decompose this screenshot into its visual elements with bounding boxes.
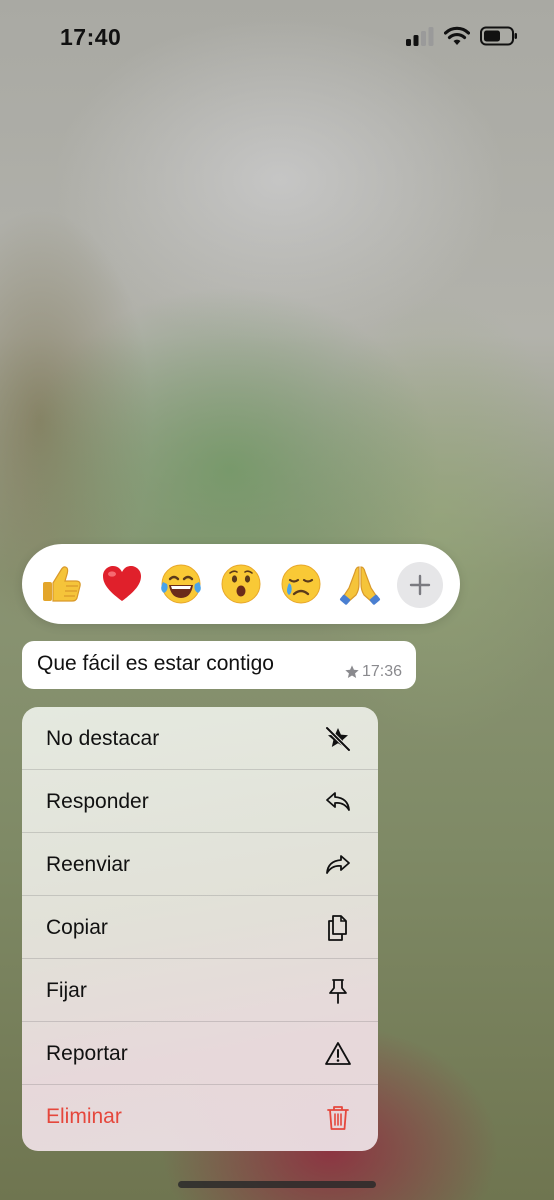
more-reactions-button[interactable] [397,562,443,608]
menu-item-reply[interactable]: Responder [22,770,378,833]
status-icons [406,26,518,46]
menu-item-copy[interactable]: Copiar [22,896,378,959]
unstar-icon [325,726,351,752]
menu-item-label: Responder [46,790,149,813]
menu-item-label: No destacar [46,727,160,750]
menu-item-unstar[interactable]: No destacar [22,707,378,770]
message-meta: 17:36 [344,663,402,681]
menu-item-label: Fijar [46,979,87,1002]
reply-icon [326,792,350,811]
star-icon [345,665,359,678]
message-time: 17:36 [361,663,402,680]
message-bubble[interactable]: Que fácil es estar contigo 17:36 [22,641,416,689]
wifi-icon [444,26,470,45]
thumbs-up-emoji[interactable] [40,562,84,606]
battery-icon [480,26,517,46]
folded-hands-emoji[interactable] [338,562,382,606]
warning-icon [325,1042,351,1065]
menu-item-report[interactable]: Reportar [22,1022,378,1085]
forward-icon [326,855,350,874]
menu-item-delete[interactable]: Eliminar [22,1085,378,1148]
copy-icon [328,915,347,941]
plus-icon [409,574,431,596]
red-heart-emoji[interactable] [100,562,144,606]
menu-item-pin[interactable]: Fijar [22,959,378,1022]
status-bar: 17:40 [0,0,554,72]
context-menu: No destacar Responder Reenviar Copiar Fi… [22,707,378,1151]
crying-emoji[interactable] [279,562,323,606]
status-time: 17:40 [60,24,122,50]
astonished-emoji[interactable] [219,562,263,606]
reaction-bar [22,544,460,624]
pin-icon [329,979,347,1004]
trash-icon [327,1106,349,1130]
menu-item-label: Reenviar [46,853,131,876]
message-text: Que fácil es estar contigo [37,652,274,675]
menu-item-label: Reportar [46,1042,128,1065]
tears-of-joy-emoji[interactable] [159,562,203,606]
signal-icon [406,27,434,46]
menu-item-label: Copiar [46,916,108,939]
menu-item-forward[interactable]: Reenviar [22,833,378,896]
home-indicator[interactable] [178,1181,376,1188]
menu-item-label: Eliminar [46,1105,122,1128]
